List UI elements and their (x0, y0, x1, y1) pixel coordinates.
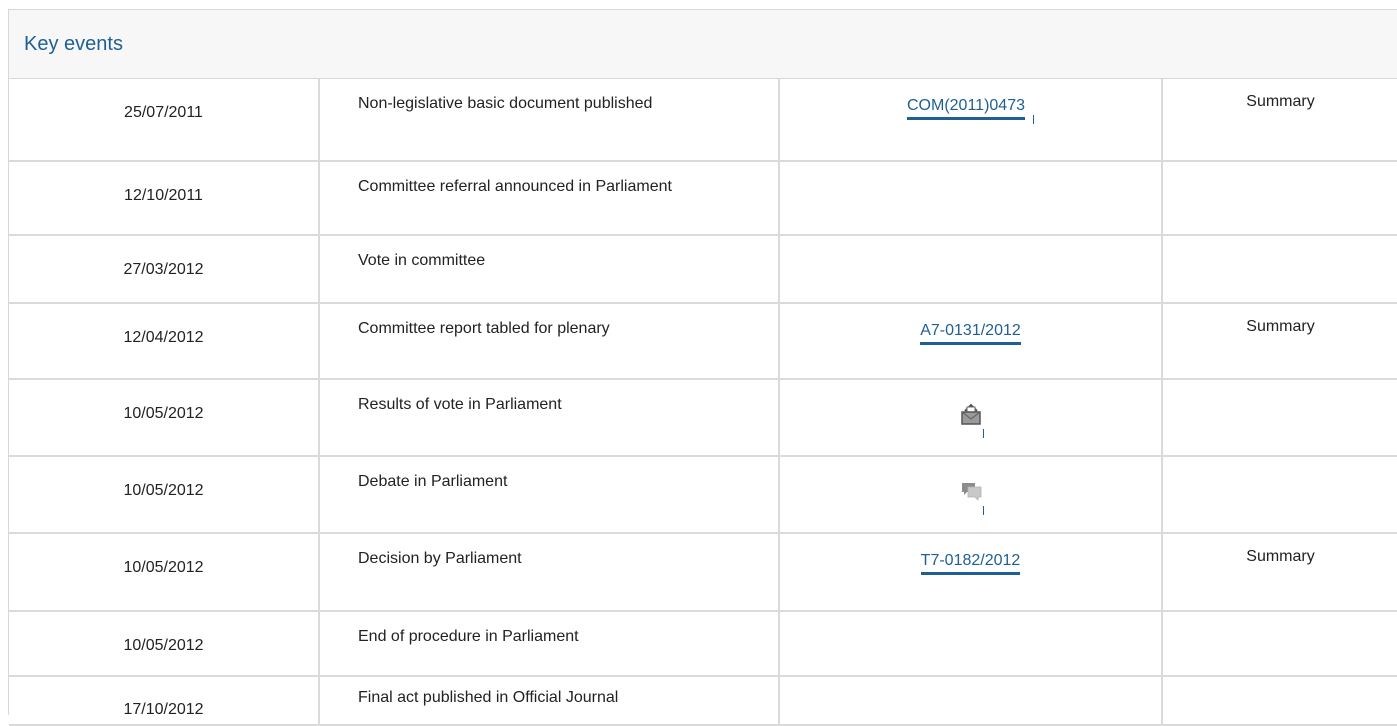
summary-label[interactable]: Summary (1161, 79, 1397, 162)
event-title: Decision by Parliament (318, 532, 780, 612)
event-title: Committee report tabled for plenary (318, 302, 780, 380)
table-row: 10/05/2012 Debate in Parliament (9, 455, 1397, 534)
table-row: 12/10/2011 Committee referral announced … (9, 160, 1397, 236)
document-cell (778, 160, 1163, 236)
document-cell (778, 675, 1163, 726)
table-row: 17/10/2012 Final act published in Offici… (9, 675, 1397, 726)
summary-cell (1161, 234, 1397, 304)
document-cell: T7-0182/2012 (778, 532, 1163, 612)
event-title: Non-legislative basic document published (318, 79, 780, 162)
document-link[interactable]: COM(2011)0473 (907, 97, 1025, 120)
event-title: Final act published in Official Journal (318, 675, 780, 726)
event-title: Debate in Parliament (318, 455, 780, 534)
summary-cell (1161, 160, 1397, 236)
event-title: Results of vote in Parliament (318, 378, 780, 457)
document-cell: A7-0131/2012 (778, 302, 1163, 380)
table-row: 10/05/2012 Results of vote in Parliament (9, 378, 1397, 457)
panel-title: Key events (24, 32, 123, 55)
event-title: Vote in committee (318, 234, 780, 304)
key-events-table: 25/07/2011 Non-legislative basic documen… (9, 79, 1397, 726)
table-row: 27/03/2012 Vote in committee (9, 234, 1397, 304)
link-tick (982, 429, 984, 438)
ballot-box-icon[interactable] (956, 398, 986, 438)
panel-header: Key events (9, 10, 1397, 79)
event-title: End of procedure in Parliament (318, 610, 780, 677)
summary-cell (1161, 378, 1397, 457)
summary-cell (1161, 675, 1397, 726)
event-date: 10/05/2012 (9, 455, 320, 534)
event-title: Committee referral announced in Parliame… (318, 160, 780, 236)
summary-label[interactable]: Summary (1161, 532, 1397, 612)
summary-label[interactable]: Summary (1161, 302, 1397, 380)
document-cell (778, 378, 1163, 457)
summary-cell (1161, 455, 1397, 534)
table-row: 10/05/2012 End of procedure in Parliamen… (9, 610, 1397, 677)
event-date: 12/10/2011 (9, 160, 320, 236)
event-date: 10/05/2012 (9, 532, 320, 612)
document-cell (778, 610, 1163, 677)
event-date: 17/10/2012 (9, 675, 320, 726)
table-row: 25/07/2011 Non-legislative basic documen… (9, 79, 1397, 162)
link-tick (982, 506, 984, 515)
event-date: 12/04/2012 (9, 302, 320, 380)
table-row: 12/04/2012 Committee report tabled for p… (9, 302, 1397, 380)
event-date: 25/07/2011 (9, 79, 320, 162)
document-cell: COM(2011)0473 (778, 79, 1163, 162)
table-row: 10/05/2012 Decision by Parliament T7-018… (9, 532, 1397, 612)
document-link[interactable]: T7-0182/2012 (920, 552, 1021, 575)
key-events-panel: Key events 25/07/2011 Non-legislative ba… (8, 9, 1397, 726)
document-link[interactable]: A7-0131/2012 (920, 322, 1021, 345)
event-date: 10/05/2012 (9, 610, 320, 677)
event-date: 10/05/2012 (9, 378, 320, 457)
document-cell (778, 455, 1163, 534)
summary-cell (1161, 610, 1397, 677)
document-cell (778, 234, 1163, 304)
link-tick (1032, 115, 1034, 124)
event-date: 27/03/2012 (9, 234, 320, 304)
speech-bubbles-icon[interactable] (956, 475, 986, 515)
